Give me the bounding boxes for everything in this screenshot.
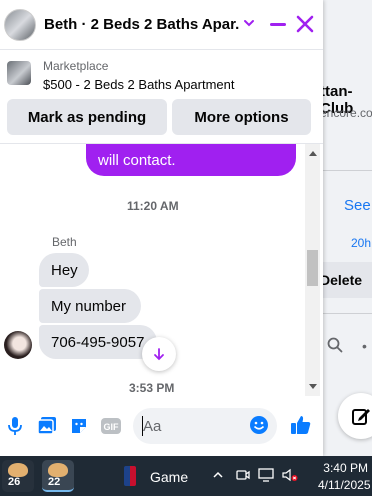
sticker-icon[interactable] [68, 415, 90, 437]
meet-now-icon[interactable] [236, 468, 250, 485]
character-icon [8, 463, 28, 477]
search-icon[interactable] [327, 337, 343, 358]
scroll-down-arrow[interactable] [309, 384, 317, 389]
game-status-label[interactable]: Game [150, 469, 188, 485]
chat-title[interactable]: Beth · 2 Beds 2 Baths Apar... [44, 16, 240, 33]
marketplace-item[interactable]: Marketplace $500 - 2 Beds 2 Baths Apartm… [0, 51, 323, 97]
time-link[interactable]: 20h [351, 236, 371, 250]
clock-time: 3:40 PM [323, 461, 368, 475]
system-clock[interactable]: 3:40 PM 4/11/2025 [318, 460, 371, 494]
scroll-up-arrow[interactable] [309, 151, 317, 156]
minimize-icon[interactable] [268, 14, 288, 34]
nba-logo-icon[interactable] [124, 466, 136, 486]
scroll-to-bottom-button[interactable] [142, 337, 176, 371]
chevron-down-icon[interactable] [243, 16, 255, 34]
arrow-down-icon [154, 348, 164, 361]
more-dots-icon[interactable]: • [362, 338, 367, 354]
more-options-button[interactable]: More options [172, 99, 311, 135]
taskbar-app-icon[interactable]: 26 [2, 460, 34, 492]
character-icon [48, 463, 68, 477]
outgoing-message: will contact. [86, 144, 296, 176]
incoming-message: My number [39, 289, 141, 323]
incoming-message: 706-495-9057 [39, 325, 157, 359]
taskbar-app-icon[interactable]: 22 [42, 460, 74, 492]
network-icon[interactable] [258, 468, 274, 485]
photo-icon[interactable] [36, 415, 58, 437]
app-badge: 22 [48, 476, 61, 488]
sender-name: Beth [52, 235, 77, 249]
see-link[interactable]: See [344, 197, 371, 214]
clock-date: 4/11/2025 [318, 478, 371, 492]
thumbs-up-icon[interactable] [290, 414, 312, 441]
message-input-placeholder: Aa [143, 418, 162, 435]
chat-header: Beth · 2 Beds 2 Baths Apar... [0, 0, 323, 50]
gif-icon[interactable]: GIF [100, 415, 122, 437]
timestamp: 11:20 AM [127, 199, 179, 213]
marketplace-label: Marketplace [43, 59, 109, 73]
microphone-icon[interactable] [4, 415, 26, 437]
chevron-up-icon[interactable] [212, 468, 224, 484]
scrollbar-thumb[interactable] [307, 250, 318, 286]
avatar[interactable] [4, 8, 36, 41]
background-page-subtitle: encore.com [320, 106, 372, 120]
taskbar: 26 22 Game 3:40 PM 4/11/2025 [0, 456, 372, 496]
item-thumbnail [7, 61, 31, 85]
message-composer: GIF Aa [0, 400, 323, 452]
compose-button[interactable] [338, 393, 372, 439]
close-icon[interactable] [294, 13, 316, 40]
message-list: will contact. 11:20 AM Beth Hey My numbe… [0, 144, 305, 396]
scrollbar[interactable] [305, 144, 320, 396]
mark-as-pending-button[interactable]: Mark as pending [7, 99, 167, 135]
incoming-message: Hey [39, 253, 89, 287]
volume-muted-icon[interactable] [282, 468, 298, 485]
avatar[interactable] [4, 331, 32, 359]
chat-window: Beth · 2 Beds 2 Baths Apar... Marketplac… [0, 0, 323, 456]
svg-text:GIF: GIF [104, 422, 120, 432]
timestamp: 3:53 PM [129, 381, 175, 395]
compose-icon [352, 409, 370, 425]
emoji-icon[interactable] [249, 415, 269, 440]
outgoing-message-text: will contact. [98, 152, 176, 169]
item-title: $500 - 2 Beds 2 Baths Apartment [43, 77, 235, 92]
app-badge: 26 [8, 476, 21, 488]
